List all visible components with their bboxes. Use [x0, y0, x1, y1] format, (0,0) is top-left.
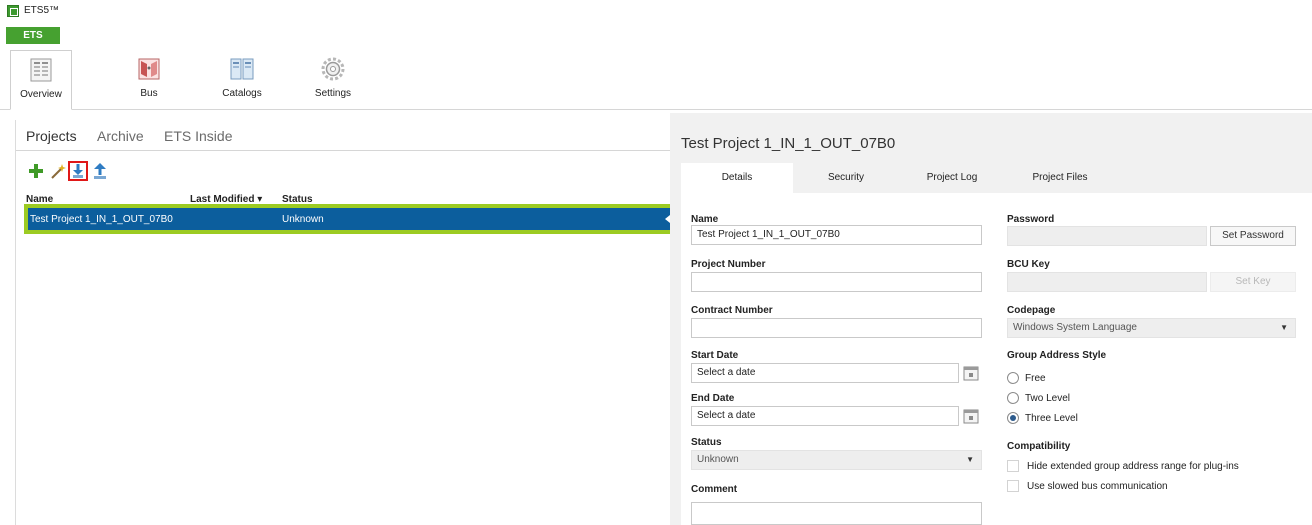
tab-project-files[interactable]: Project Files: [1005, 163, 1115, 193]
projects-tabs: Projects Archive ETS Inside: [16, 120, 671, 151]
new-project-wizard-button[interactable]: [48, 161, 68, 181]
start-date-label: Start Date: [691, 350, 739, 361]
ribbon-overview-button[interactable]: Overview: [10, 50, 72, 110]
status-value: Unknown: [697, 454, 739, 465]
set-key-button[interactable]: Set Key: [1210, 272, 1296, 292]
projects-panel: Projects Archive ETS Inside Name Last Mo…: [15, 120, 678, 525]
export-icon: [94, 163, 106, 179]
contract-number-label: Contract Number: [691, 305, 773, 316]
details-form: Name Test Project 1_IN_1_OUT_07B0 Projec…: [681, 193, 1312, 525]
tab-details[interactable]: Details: [681, 163, 793, 193]
chevron-down-icon: ▼: [966, 455, 974, 464]
name-label: Name: [691, 214, 719, 225]
project-status-cell: Unknown: [282, 214, 324, 225]
tab-projects[interactable]: Projects: [26, 128, 77, 144]
bcu-key-field: [1007, 272, 1207, 292]
ga-style-free-label: Free: [1025, 373, 1046, 384]
tab-project-log[interactable]: Project Log: [899, 163, 1005, 193]
add-project-button[interactable]: [26, 161, 46, 181]
app-title: ETS5™: [24, 5, 60, 16]
hide-extended-range-checkbox[interactable]: [1007, 460, 1019, 472]
tab-security[interactable]: Security: [793, 163, 899, 193]
settings-icon: [320, 56, 346, 82]
title-bar: ETS5™: [0, 0, 1312, 26]
codepage-label: Codepage: [1007, 305, 1056, 316]
end-date-field[interactable]: Select a date: [691, 406, 959, 426]
ga-style-three-level-radio[interactable]: [1007, 412, 1019, 424]
compatibility-label: Compatibility: [1007, 441, 1071, 452]
set-password-button[interactable]: Set Password: [1210, 226, 1296, 246]
ribbon-catalogs-button[interactable]: Catalogs: [211, 50, 273, 110]
start-date-calendar-icon[interactable]: [963, 365, 979, 381]
slowed-bus-checkbox[interactable]: [1007, 480, 1019, 492]
project-name-cell: Test Project 1_IN_1_OUT_07B0: [30, 214, 173, 225]
catalogs-icon: [229, 56, 255, 82]
ribbon-overview-label: Overview: [20, 89, 62, 100]
tab-ets-inside[interactable]: ETS Inside: [164, 128, 232, 144]
hide-extended-range-label: Hide extended group address range for pl…: [1027, 461, 1239, 472]
export-project-button[interactable]: [90, 161, 110, 181]
ribbon-settings-label: Settings: [314, 88, 352, 99]
project-number-label: Project Number: [691, 259, 766, 270]
bus-icon: [136, 56, 162, 82]
project-number-field[interactable]: [691, 272, 982, 292]
ribbon-bus-label: Bus: [140, 88, 158, 99]
ribbon-settings-button[interactable]: Settings: [302, 50, 364, 110]
status-label: Status: [691, 437, 722, 448]
comment-field[interactable]: [691, 502, 982, 525]
add-icon: [29, 164, 43, 178]
contract-number-field[interactable]: [691, 318, 982, 338]
end-date-calendar-icon[interactable]: [963, 408, 979, 424]
password-label: Password: [1007, 214, 1055, 225]
start-date-field[interactable]: Select a date: [691, 363, 959, 383]
tab-archive[interactable]: Archive: [97, 128, 144, 144]
import-project-button[interactable]: [68, 161, 88, 181]
name-field[interactable]: Test Project 1_IN_1_OUT_07B0: [691, 225, 982, 245]
end-date-label: End Date: [691, 393, 735, 404]
page-title: Test Project 1_IN_1_OUT_07B0: [681, 135, 896, 152]
ga-style-three-level-label: Three Level: [1025, 413, 1078, 424]
ga-style-two-level-radio[interactable]: [1007, 392, 1019, 404]
ribbon-catalogs-label: Catalogs: [222, 88, 262, 99]
table-row[interactable]: Test Project 1_IN_1_OUT_07B0 Unknown: [24, 204, 678, 234]
slowed-bus-label: Use slowed bus communication: [1027, 481, 1168, 492]
project-details-panel: Test Project 1_IN_1_OUT_07B0 Details Sec…: [670, 113, 1312, 525]
chevron-down-icon: ▼: [1280, 323, 1288, 332]
ets-menu-tab[interactable]: ETS: [6, 27, 60, 44]
ribbon-bus-button[interactable]: Bus: [118, 50, 180, 110]
ga-style-two-level-label: Two Level: [1025, 393, 1071, 404]
wizard-icon: [51, 164, 66, 179]
bcu-key-label: BCU Key: [1007, 259, 1050, 270]
overview-icon: [28, 57, 54, 83]
codepage-select[interactable]: Windows System Language ▼: [1007, 318, 1296, 338]
details-tabs: Details Security Project Log Project Fil…: [681, 163, 1312, 193]
comment-label: Comment: [691, 484, 738, 495]
ga-style-free-radio[interactable]: [1007, 372, 1019, 384]
ets-app-icon: [7, 5, 19, 17]
status-select[interactable]: Unknown ▼: [691, 450, 982, 470]
password-field: [1007, 226, 1207, 246]
import-icon: [73, 164, 83, 178]
group-address-style-label: Group Address Style: [1007, 350, 1107, 361]
codepage-value: Windows System Language: [1013, 322, 1137, 333]
ribbon: Overview Bus Catalogs Settings: [0, 44, 1312, 110]
projects-toolbar: [26, 161, 226, 181]
